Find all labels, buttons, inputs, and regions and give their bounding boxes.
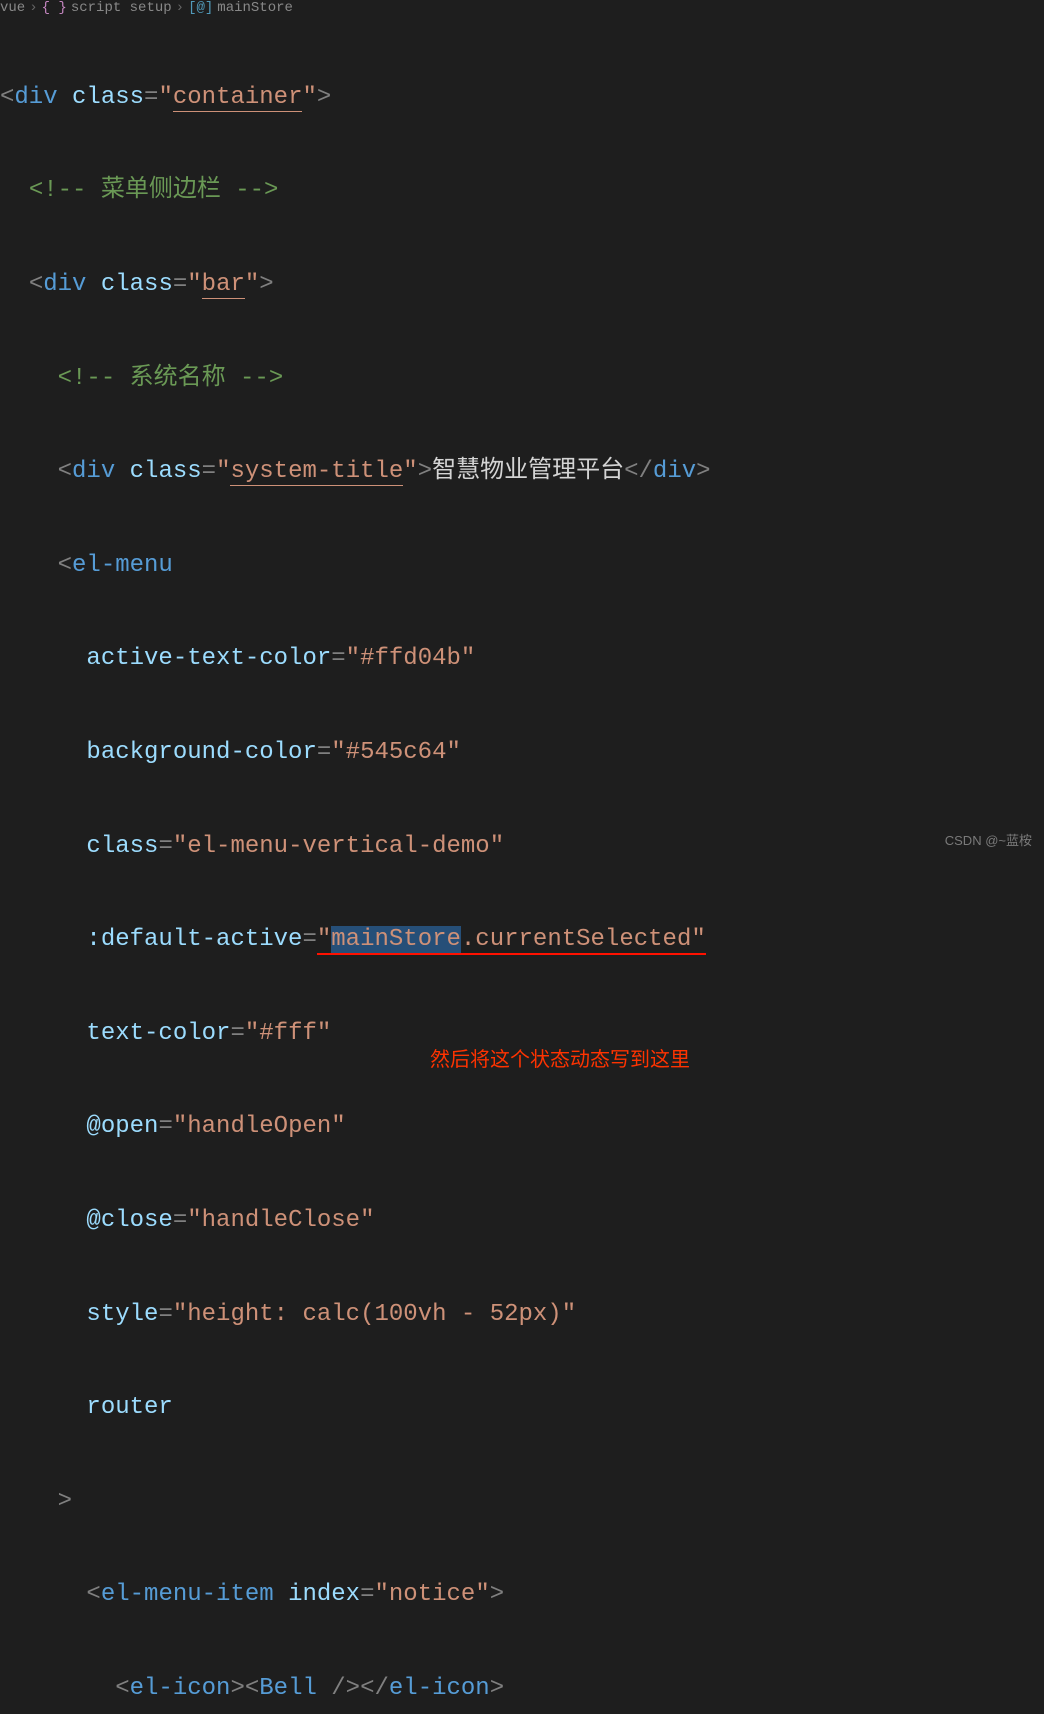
code-token: bar (202, 271, 245, 299)
code-token: div (14, 84, 57, 111)
chevron-right-icon: › (29, 0, 37, 16)
breadcrumb: vue › { } script setup › [@] mainStore (0, 0, 1044, 20)
code-token: = (144, 84, 158, 111)
code-comment: <!-- 菜单侧边栏 --> (29, 177, 279, 204)
code-token: class (86, 833, 158, 860)
watermark-text: CSDN @~蓝桉 (945, 830, 1032, 849)
code-token: el-icon (389, 1675, 490, 1702)
breadcrumb-item[interactable]: vue (0, 0, 25, 16)
code-token: :default-active (86, 926, 302, 953)
code-token: > (317, 84, 331, 111)
code-token: handleClose (202, 1207, 360, 1234)
code-selection: mainStore (331, 926, 461, 953)
code-token: class (101, 271, 173, 298)
code-token: el-icon (130, 1675, 231, 1702)
code-token: router (86, 1394, 172, 1421)
code-token: active-text-color (86, 645, 331, 672)
code-token: notice (389, 1581, 475, 1608)
code-token: " (302, 84, 316, 111)
breadcrumb-item[interactable]: mainStore (217, 0, 293, 16)
code-token: #545c64 (346, 739, 447, 766)
code-token: el-menu-vertical-demo (187, 833, 489, 860)
code-token: div (72, 458, 115, 485)
annotation-text: 然后将这个状态动态写到这里 (430, 1041, 690, 1080)
code-token: container (173, 84, 303, 112)
code-token: #ffd04b (360, 645, 461, 672)
variable-icon: [@] (188, 0, 213, 16)
code-token: text-color (86, 1020, 230, 1047)
code-token: .currentSelected (461, 926, 691, 953)
code-token: @open (86, 1113, 158, 1140)
code-token: el-menu-item (101, 1581, 274, 1608)
code-token: @close (86, 1207, 172, 1234)
code-token: Bell (259, 1675, 317, 1702)
code-token: " (158, 84, 172, 111)
code-token: handleOpen (187, 1113, 331, 1140)
code-comment: <!-- 系统名称 --> (58, 365, 284, 392)
code-editor[interactable]: <div class="container"> <!-- 菜单侧边栏 --> <… (0, 20, 1044, 1714)
code-token: style (86, 1301, 158, 1328)
code-token: div (43, 271, 86, 298)
code-token: height: calc(100vh - 52px) (187, 1301, 561, 1328)
braces-icon: { } (42, 0, 67, 16)
breadcrumb-item[interactable]: script setup (71, 0, 172, 16)
code-token: div (653, 458, 696, 485)
code-token: index (288, 1581, 360, 1608)
code-token: #fff (259, 1020, 317, 1047)
code-token: el-menu (72, 552, 173, 579)
code-token: background-color (86, 739, 316, 766)
code-token: class (130, 458, 202, 485)
code-token: system-title (230, 458, 403, 486)
code-token: < (0, 84, 14, 111)
chevron-right-icon: › (176, 0, 184, 16)
code-token: class (72, 84, 144, 111)
code-text: 智慧物业管理平台 (432, 458, 624, 485)
code-token: > (58, 1488, 72, 1515)
